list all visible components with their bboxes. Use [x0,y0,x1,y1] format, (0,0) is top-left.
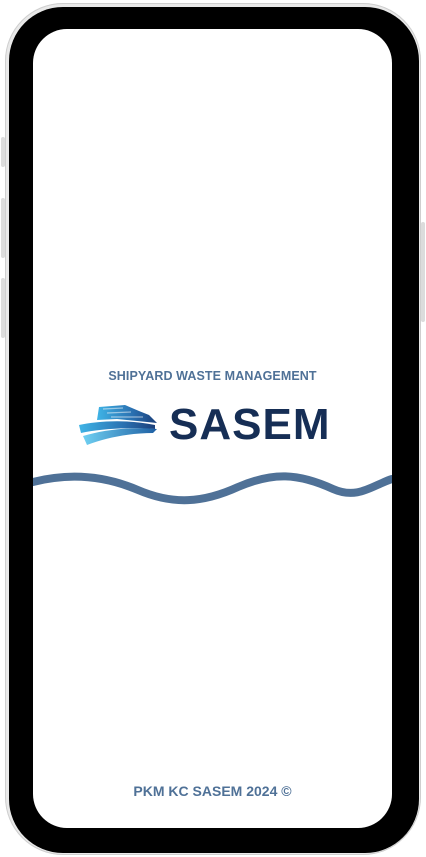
splash-screen: SHIPYARD WASTE MANAGEMENT SASEM PKM KC S… [33,29,392,828]
device-frame: SHIPYARD WASTE MANAGEMENT SASEM PKM KC S… [0,0,426,857]
copyright-footer: PKM KC SASEM 2024 © [133,783,292,799]
brand-name: SASEM [169,400,331,449]
volume-up-button [1,198,5,258]
wave-divider [33,472,392,505]
mute-switch [1,137,5,167]
power-button [421,222,425,322]
volume-down-button [1,278,5,338]
app-tagline: SHIPYARD WASTE MANAGEMENT [108,369,317,383]
